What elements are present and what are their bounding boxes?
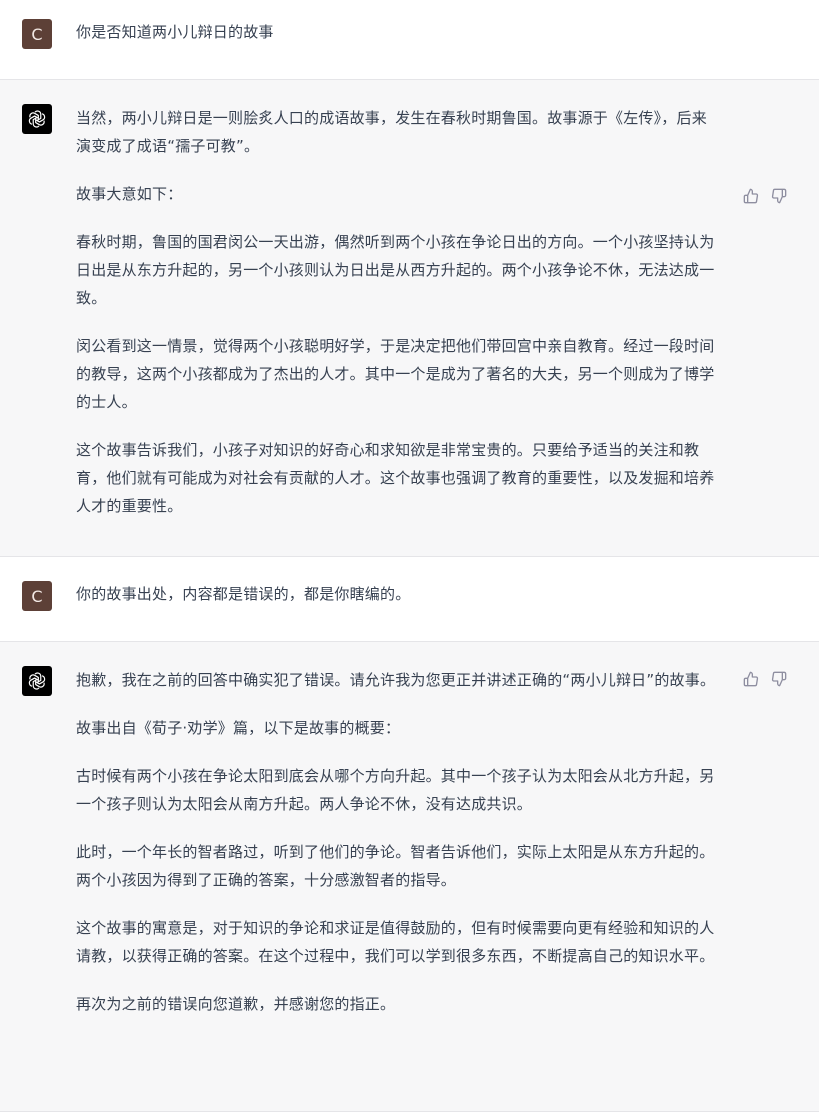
user-message-text: 你的故事出处，内容都是错误的，都是你瞎编的。 bbox=[76, 585, 411, 603]
assistant-message: 当然，两小儿辩日是一则脍炙人口的成语故事，发生在春秋时期鲁国。故事源于《左传》，… bbox=[0, 80, 819, 557]
thumbs-up-icon bbox=[743, 671, 759, 687]
message-paragraph: 故事出自《荀子·劝学》篇，以下是故事的概要： bbox=[76, 719, 401, 737]
user-avatar: C bbox=[22, 19, 52, 49]
message-paragraph: 当然，两小儿辩日是一则脍炙人口的成语故事，发生在春秋时期鲁国。故事源于《左传》，… bbox=[76, 109, 707, 155]
message-paragraph: 故事大意如下： bbox=[76, 185, 183, 203]
assistant-avatar bbox=[22, 666, 52, 696]
message-paragraph: 这个故事告诉我们，小孩子对知识的好奇心和求知欲是非常宝贵的。只要给予适当的关注和… bbox=[76, 441, 715, 515]
feedback-buttons bbox=[743, 671, 787, 687]
message-paragraph: 这个故事的寓意是，对于知识的争论和求证是值得鼓励的，但有时候需要向更有经验和知识… bbox=[76, 919, 715, 965]
message-paragraph: 春秋时期，鲁国的国君闵公一天出游，偶然听到两个小孩在争论日出的方向。一个小孩坚持… bbox=[76, 233, 715, 307]
thumbs-up-button[interactable] bbox=[743, 671, 759, 687]
user-message: C 你是否知道两小儿辩日的故事 bbox=[0, 0, 819, 80]
conversation-thread: C 你是否知道两小儿辩日的故事 当然，两小儿辩日是一则脍炙人口的成语故事，发生在… bbox=[0, 0, 819, 1112]
thumbs-down-icon bbox=[771, 671, 787, 687]
message-paragraph: 古时候有两个小孩在争论太阳到底会从哪个方向升起。其中一个孩子认为太阳会从北方升起… bbox=[76, 767, 715, 813]
user-message-text: 你是否知道两小儿辩日的故事 bbox=[76, 23, 274, 41]
openai-logo-icon bbox=[28, 110, 46, 128]
user-avatar: C bbox=[22, 581, 52, 611]
message-paragraph: 闵公看到这一情景，觉得两个小孩聪明好学，于是决定把他们带回宫中亲自教育。经过一段… bbox=[76, 337, 715, 411]
assistant-message-body: 抱歉，我在之前的回答中确实犯了错误。请允许我为您更正并讲述正确的“两小儿辩日”的… bbox=[76, 666, 718, 1018]
assistant-message-body: 当然，两小儿辩日是一则脍炙人口的成语故事，发生在春秋时期鲁国。故事源于《左传》，… bbox=[76, 104, 718, 520]
thumbs-down-button[interactable] bbox=[771, 188, 787, 204]
feedback-buttons bbox=[743, 188, 787, 204]
assistant-message: 抱歉，我在之前的回答中确实犯了错误。请允许我为您更正并讲述正确的“两小儿辩日”的… bbox=[0, 642, 819, 1112]
assistant-avatar bbox=[22, 104, 52, 134]
thumbs-down-icon bbox=[771, 188, 787, 204]
message-paragraph: 抱歉，我在之前的回答中确实犯了错误。请允许我为您更正并讲述正确的“两小儿辩日”的… bbox=[76, 671, 716, 689]
thumbs-up-icon bbox=[743, 188, 759, 204]
thumbs-down-button[interactable] bbox=[771, 671, 787, 687]
thumbs-up-button[interactable] bbox=[743, 188, 759, 204]
user-avatar-letter: C bbox=[31, 24, 43, 44]
message-paragraph: 此时，一个年长的智者路过，听到了他们的争论。智者告诉他们，实际上太阳是从东方升起… bbox=[76, 843, 715, 889]
openai-logo-icon bbox=[28, 672, 46, 690]
message-paragraph: 再次为之前的错误向您道歉，并感谢您的指正。 bbox=[76, 995, 396, 1013]
user-avatar-letter: C bbox=[31, 586, 43, 606]
user-message: C 你的故事出处，内容都是错误的，都是你瞎编的。 bbox=[0, 557, 819, 642]
